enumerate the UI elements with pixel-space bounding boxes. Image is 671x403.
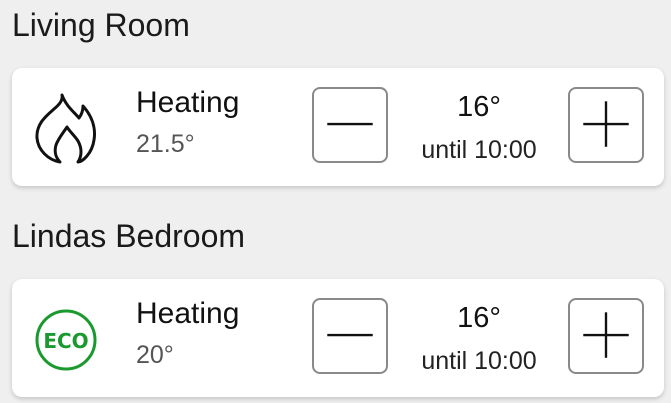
mode-label: Heating (136, 86, 240, 119)
mode-label: Heating (136, 297, 240, 330)
room-card-living-room: Heating 21.5° 16° until 10:00 (12, 68, 664, 186)
current-temperature: 21.5° (136, 130, 195, 158)
increase-temperature-button[interactable] (568, 87, 644, 163)
decrease-temperature-button[interactable] (312, 298, 388, 374)
schedule-until: until 10:00 (421, 136, 537, 164)
room-title: Living Room (12, 7, 190, 43)
room-card-lindas-bedroom: ECO Heating 20° 16° until 10:00 (12, 279, 664, 397)
decrease-temperature-button[interactable] (312, 87, 388, 163)
plus-icon (583, 101, 629, 147)
schedule-until: until 10:00 (421, 347, 537, 375)
eco-icon: ECO (32, 303, 100, 375)
minus-icon (327, 333, 373, 337)
minus-icon (327, 122, 373, 126)
target-temperature: 16° (457, 302, 501, 334)
plus-icon (583, 312, 629, 358)
eco-label: ECO (43, 329, 88, 353)
current-temperature: 20° (136, 341, 174, 369)
target-temperature: 16° (457, 91, 501, 123)
flame-icon (32, 92, 100, 164)
increase-temperature-button[interactable] (568, 298, 644, 374)
room-title: Lindas Bedroom (12, 218, 246, 254)
